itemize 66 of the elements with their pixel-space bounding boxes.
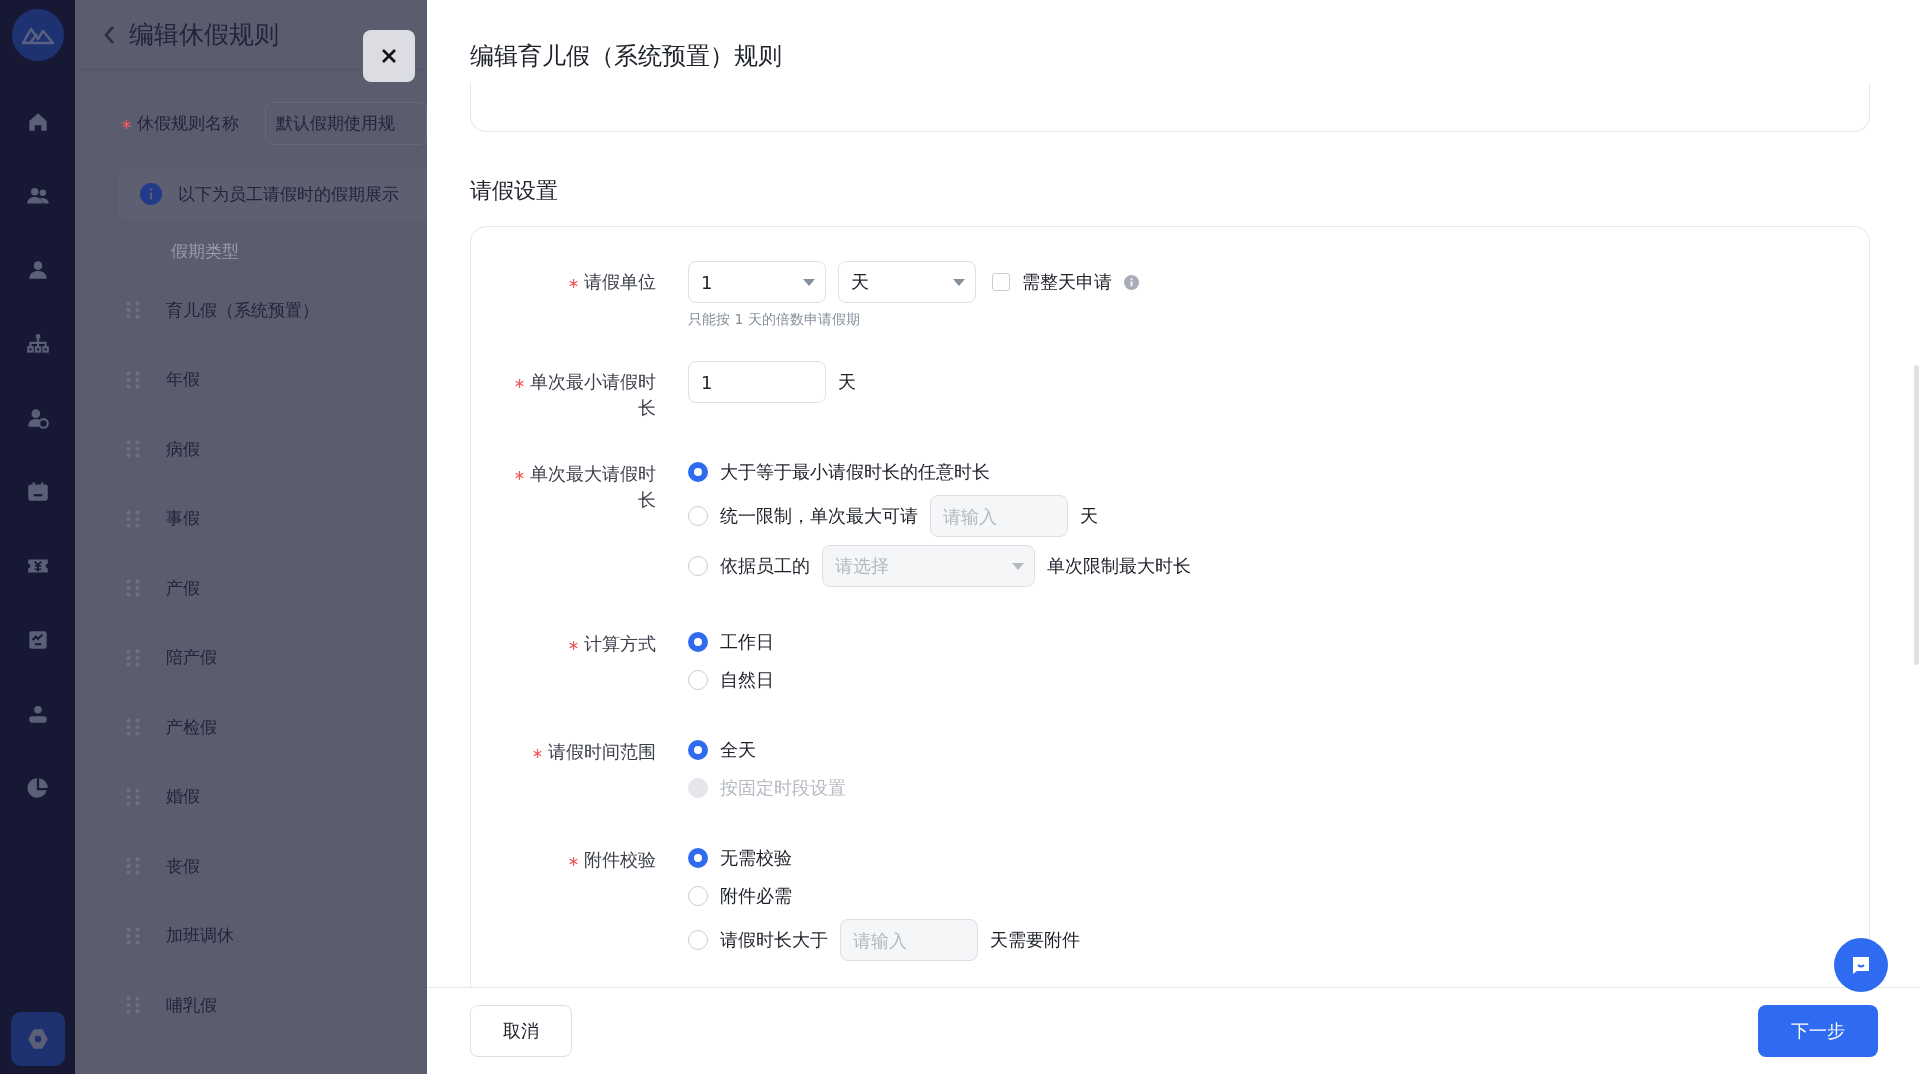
option-label: 工作日 (720, 630, 774, 654)
leave-type-name: 加班调休 (166, 924, 234, 948)
option-label: 依据员工的 (720, 554, 810, 578)
pie-chart-icon[interactable] (24, 775, 51, 801)
scrollbar[interactable] (1914, 365, 1919, 665)
number-select[interactable]: 1 (688, 261, 826, 303)
checkbox-label: 需整天申请 (1022, 270, 1112, 294)
info-text: 以下为员工请假时的假期展示 (178, 182, 399, 206)
close-icon (381, 48, 397, 64)
close-button[interactable] (363, 30, 415, 82)
unit-label: 天 (1080, 504, 1098, 528)
option-label: 请假时长大于 (720, 928, 828, 952)
leave-type-name: 陪产假 (166, 646, 217, 670)
radio-button[interactable] (688, 740, 708, 760)
leave-type-name: 育儿假（系统预置） (166, 298, 319, 322)
leave-type-name: 婚假 (166, 785, 200, 809)
unit-label: 天需要附件 (990, 928, 1080, 952)
number-input-field[interactable]: 1 (688, 361, 826, 403)
option-label: 附件必需 (720, 884, 792, 908)
field-label: 单次最小请假时长 (511, 361, 656, 421)
dropdown-caret-icon (1012, 562, 1024, 570)
radio-button[interactable] (688, 632, 708, 652)
leave-type-name: 年假 (166, 368, 200, 392)
logo-icon (11, 9, 64, 61)
option-label: 无需校验 (720, 846, 792, 870)
next-button[interactable]: 下一步 (1758, 1005, 1878, 1057)
page-title: 编辑休假规则 (129, 19, 279, 51)
hint-text: 只能按 1 天的倍数申请假期 (688, 311, 861, 329)
option-label: 全天 (720, 738, 756, 762)
checkbox[interactable] (992, 273, 1010, 291)
number-input-field[interactable]: 请输入 (840, 919, 978, 961)
option-label: 大于等于最小请假时长的任意时长 (720, 460, 990, 484)
field-label: 请假时间范围 (511, 731, 656, 807)
leave-type-name: 丧假 (166, 854, 200, 878)
radio-button[interactable] (688, 462, 708, 482)
field-label: 附件校验 (511, 839, 656, 965)
number-input-field[interactable]: 请输入 (930, 495, 1068, 537)
option-label: 按固定时段设置 (720, 776, 846, 800)
option-label: 单次限制最大时长 (1047, 554, 1191, 578)
section-title: 请假设置 (470, 177, 559, 205)
option-label: 自然日 (720, 668, 774, 692)
dropdown-caret-icon (953, 278, 965, 286)
chat-button[interactable] (1834, 938, 1888, 992)
chat-icon (1850, 955, 1872, 975)
radio-button[interactable] (688, 848, 708, 868)
info-icon (140, 183, 162, 205)
required-mark-icon (122, 119, 131, 129)
nav-item[interactable] (10, 1012, 65, 1066)
dropdown-caret-icon (803, 278, 815, 286)
leave-type-name: 产假 (166, 576, 200, 600)
leave-type-name: 哺乳假 (166, 993, 217, 1017)
field-label: 休假规则名称 (122, 112, 239, 135)
option-label: 统一限制，单次最大可请 (720, 504, 918, 528)
field-label: 计算方式 (511, 623, 656, 699)
column-header: 假期类型 (171, 241, 239, 261)
cancel-button[interactable]: 取消 (470, 1005, 572, 1057)
back-icon[interactable] (103, 24, 115, 45)
info-icon (1124, 274, 1139, 290)
field-label: 单次最大请假时长 (511, 453, 656, 591)
unit-label: 天 (838, 370, 856, 394)
leave-type-name: 事假 (166, 507, 200, 531)
field-label: 请假单位 (511, 261, 656, 329)
leave-type-name: 病假 (166, 437, 200, 461)
leave-type-name: 产检假 (166, 715, 217, 739)
unit-select[interactable]: 天 (838, 261, 976, 303)
drawer-title: 编辑育儿假（系统预置）规则 (469, 41, 783, 72)
